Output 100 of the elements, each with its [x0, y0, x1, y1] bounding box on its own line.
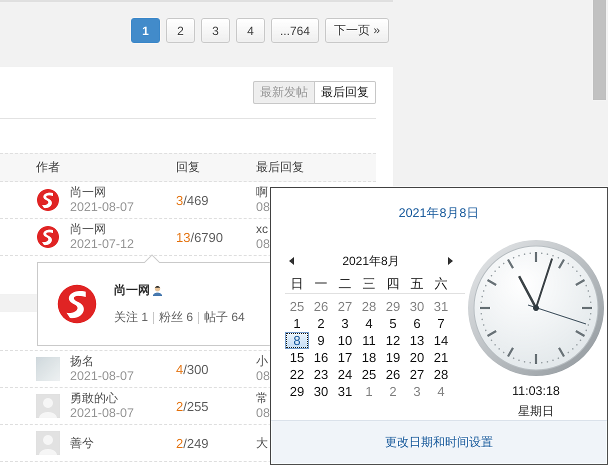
user-stat[interactable]: 粉丝 6 [159, 309, 194, 326]
reply-count: 4/300 [176, 362, 210, 376]
author-name[interactable]: 扬名 [70, 354, 134, 369]
calendar-day[interactable]: 1 [357, 383, 381, 400]
photo-placeholder [36, 357, 60, 381]
calendar-day[interactable]: 21 [429, 349, 453, 366]
page-button[interactable]: 2 [166, 18, 195, 43]
page-button[interactable]: 3 [200, 18, 230, 43]
avatar-silhouette-icon [36, 431, 60, 455]
month-label[interactable]: 2021年8月 [342, 252, 400, 270]
next-month-icon[interactable] [448, 257, 453, 265]
calendar-day[interactable]: 19 [381, 349, 405, 366]
last-reply-text: 小 [256, 354, 269, 369]
column-header: 回复 [176, 159, 201, 176]
post-date: 2021-08-07 [70, 369, 134, 384]
calendar-day[interactable]: 17 [333, 349, 357, 366]
calendar-day[interactable]: 8 [285, 332, 309, 349]
calendar-day[interactable]: 13 [405, 332, 429, 349]
weekday-text: 星期日 [518, 403, 554, 420]
calendar-day[interactable]: 27 [405, 366, 429, 383]
calendar-day[interactable]: 31 [429, 298, 453, 315]
last-reply-text: 大 [256, 436, 268, 450]
page-button[interactable]: 1 [130, 18, 160, 43]
page-button[interactable]: 下一页 » [324, 18, 389, 43]
previous-month-icon[interactable] [289, 257, 294, 265]
calendar-day[interactable]: 16 [309, 349, 333, 366]
reply-count: 3/469 [176, 192, 210, 208]
date-time-settings-link[interactable]: 更改日期和时间设置 [385, 434, 493, 451]
calendar-day[interactable]: 6 [405, 315, 429, 332]
calendar-day[interactable]: 9 [309, 332, 333, 349]
logo-avatar-icon [36, 188, 60, 212]
last-reply-text: 常 [256, 391, 269, 406]
column-header: 作者 [35, 159, 61, 176]
clock-time: 11:03:18 [512, 384, 560, 398]
calendar-day[interactable]: 26 [381, 366, 405, 383]
avatar-silhouette-icon [36, 394, 60, 418]
calendar-day[interactable]: 11 [357, 332, 381, 349]
last-reply-date: 08 [256, 200, 270, 215]
calendar-day[interactable]: 30 [309, 383, 333, 400]
calendar-day[interactable]: 26 [309, 298, 333, 315]
calendar-day[interactable]: 12 [381, 332, 405, 349]
logo-avatar-icon [56, 283, 98, 325]
weekday-label: 五 [410, 275, 424, 292]
author-name[interactable]: 尚一网 [70, 222, 134, 237]
last-reply-text: 啊 [256, 185, 269, 200]
sort-tab[interactable]: 最后回复 [314, 81, 376, 104]
calendar-day[interactable]: 15 [285, 349, 309, 366]
calendar-day[interactable]: 4 [357, 315, 381, 332]
calendar-day[interactable]: 7 [429, 315, 453, 332]
calendar-day[interactable]: 18 [357, 349, 381, 366]
logo-avatar-icon [36, 225, 60, 249]
last-reply-date: 08 [256, 369, 270, 384]
calendar-day[interactable]: 3 [405, 383, 429, 400]
calendar-day[interactable]: 4 [429, 383, 453, 400]
reply-count: 2/255 [176, 398, 210, 414]
user-stat[interactable]: 帖子 64 [204, 309, 245, 326]
reply-count: 2/249 [176, 436, 210, 450]
author-name[interactable]: 勇敢的心 [70, 391, 134, 406]
post-date: 2021-08-07 [70, 406, 134, 421]
post-date: 2021-07-12 [70, 237, 134, 252]
calendar-day[interactable]: 30 [405, 298, 429, 315]
calendar-day[interactable]: 28 [429, 366, 453, 383]
calendar-day[interactable]: 29 [381, 298, 405, 315]
calendar-day[interactable]: 23 [309, 366, 333, 383]
calendar-day[interactable]: 27 [333, 298, 357, 315]
column-header: 最后回复 [256, 159, 304, 176]
calendar-day[interactable]: 24 [333, 366, 357, 383]
author-name[interactable]: 善兮 [70, 436, 94, 450]
calendar-day[interactable]: 2 [309, 315, 333, 332]
page-button[interactable]: ...764 [270, 18, 319, 43]
calendar-day[interactable]: 3 [333, 315, 357, 332]
page-button[interactable]: 4 [236, 18, 265, 43]
calendar-day[interactable]: 22 [285, 366, 309, 383]
calendar-day[interactable]: 29 [285, 383, 309, 400]
user-name[interactable]: 尚一网 [114, 282, 150, 299]
weekday-label: 六 [434, 275, 448, 292]
reply-count: 13/6790 [176, 230, 224, 244]
calendar-day[interactable]: 5 [381, 315, 405, 332]
date-heading[interactable]: 2021年8月8日 [271, 205, 607, 222]
user-icon [152, 285, 163, 296]
calendar-day[interactable]: 10 [333, 332, 357, 349]
calendar-day[interactable]: 14 [429, 332, 453, 349]
weekday-label: 三 [362, 275, 376, 292]
calendar-day[interactable]: 20 [405, 349, 429, 366]
user-stat[interactable]: 关注 1 [114, 309, 148, 326]
last-reply-text: xc [256, 222, 269, 237]
author-name[interactable]: 尚一网 [70, 185, 134, 200]
calendar-day[interactable]: 28 [357, 298, 381, 315]
weekday-label: 日 [290, 275, 304, 292]
last-reply-date: 08 [256, 237, 270, 252]
calendar-day[interactable]: 1 [285, 315, 309, 332]
weekday-label: 四 [386, 275, 400, 292]
weekday-label: 二 [338, 275, 352, 292]
weekday-label: 一 [314, 275, 328, 292]
calendar-day[interactable]: 25 [285, 298, 309, 315]
calendar-day[interactable]: 25 [357, 366, 381, 383]
last-reply-date: 08 [256, 406, 270, 421]
scrollbar-thumb[interactable] [593, 0, 606, 100]
calendar-day[interactable]: 31 [333, 383, 357, 400]
calendar-day[interactable]: 2 [381, 383, 405, 400]
